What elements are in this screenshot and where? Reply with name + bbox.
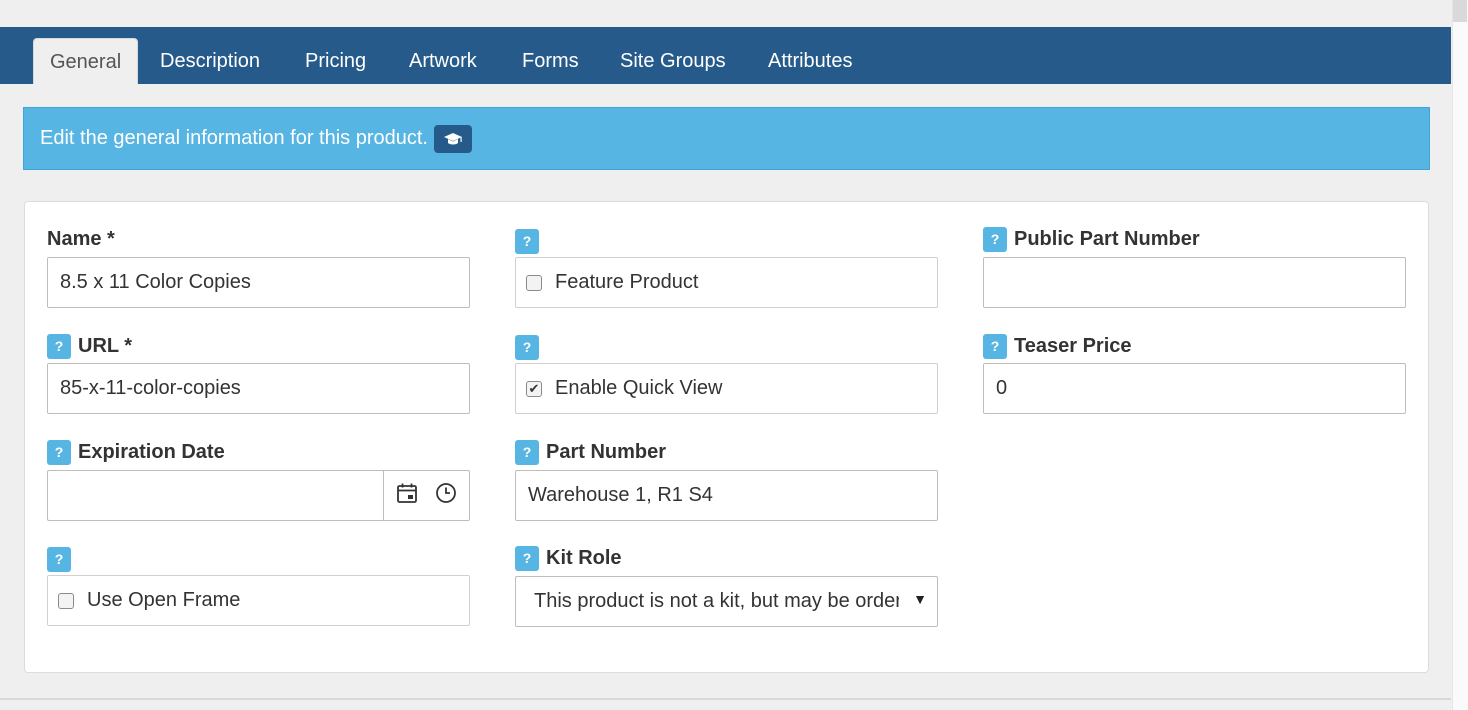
help-tutorial-button[interactable] xyxy=(434,124,472,153)
date-picker-buttons xyxy=(383,471,469,520)
enable-quick-view-help-row: ? xyxy=(515,334,546,360)
kit-role-select[interactable]: This product is not a kit, but may be or… xyxy=(515,576,938,627)
tab-site-groups[interactable]: Site Groups xyxy=(620,38,726,84)
feature-product-checkbox[interactable] xyxy=(526,274,542,291)
tab-general[interactable]: General xyxy=(33,38,139,84)
tab-forms[interactable]: Forms xyxy=(522,38,579,84)
feature-product-help-row: ? xyxy=(515,228,546,254)
graduation-cap-icon xyxy=(444,132,462,144)
use-open-frame-help-row: ? xyxy=(47,546,78,572)
kit-role-label: ? Kit Role xyxy=(515,545,622,571)
calendar-icon[interactable] xyxy=(396,482,418,510)
url-label: ? URL * xyxy=(47,333,132,359)
expiration-date-label: ? Expiration Date xyxy=(47,439,225,465)
name-input[interactable]: 8.5 x 11 Color Copies xyxy=(47,257,470,308)
help-badge[interactable]: ? xyxy=(983,333,1007,359)
expiration-date-input[interactable] xyxy=(48,471,383,520)
use-open-frame-checkbox[interactable] xyxy=(58,592,74,609)
help-badge[interactable]: ? xyxy=(47,546,71,572)
public-part-number-label: ? Public Part Number xyxy=(983,226,1200,252)
part-number-label: ? Part Number xyxy=(515,439,666,465)
clock-icon[interactable] xyxy=(435,482,457,510)
help-badge[interactable]: ? xyxy=(515,228,539,254)
name-label: Name * xyxy=(47,227,115,250)
info-banner: Edit the general information for this pr… xyxy=(23,107,1430,170)
teaser-price-label: ? Teaser Price xyxy=(983,333,1132,359)
help-badge[interactable]: ? xyxy=(515,334,539,360)
enable-quick-view-label: Enable Quick View xyxy=(555,377,723,399)
help-badge[interactable]: ? xyxy=(515,439,539,465)
banner-text: Edit the general information for this pr… xyxy=(40,127,428,149)
help-badge[interactable]: ? xyxy=(515,545,539,571)
tab-artwork[interactable]: Artwork xyxy=(409,38,477,84)
enable-quick-view-checkbox[interactable]: ✔ xyxy=(526,380,542,397)
feature-product-label: Feature Product xyxy=(555,271,699,293)
use-open-frame-label: Use Open Frame xyxy=(87,589,241,611)
expiration-date-field xyxy=(47,470,470,521)
help-badge[interactable]: ? xyxy=(47,439,71,465)
teaser-price-input[interactable]: 0 xyxy=(983,363,1406,414)
use-open-frame-field[interactable]: Use Open Frame xyxy=(47,575,470,626)
scrollbar-thumb[interactable] xyxy=(1453,0,1467,22)
help-badge[interactable]: ? xyxy=(47,333,71,359)
section-divider xyxy=(0,698,1451,700)
tab-pricing[interactable]: Pricing xyxy=(305,38,366,84)
help-badge[interactable]: ? xyxy=(983,226,1007,252)
dropdown-caret-icon: ▼ xyxy=(913,591,927,607)
vertical-scrollbar[interactable] xyxy=(1452,0,1468,710)
part-number-input[interactable]: Warehouse 1, R1 S4 xyxy=(515,470,938,521)
tab-description[interactable]: Description xyxy=(160,38,260,84)
url-input[interactable]: 85-x-11-color-copies xyxy=(47,363,470,414)
tab-attributes[interactable]: Attributes xyxy=(768,38,852,84)
enable-quick-view-field[interactable]: ✔ Enable Quick View xyxy=(515,363,938,414)
tab-bar: General Description Pricing Artwork Form… xyxy=(0,27,1451,84)
feature-product-field[interactable]: Feature Product xyxy=(515,257,938,308)
public-part-number-input[interactable] xyxy=(983,257,1406,308)
checkmark-icon: ✔ xyxy=(528,381,540,396)
